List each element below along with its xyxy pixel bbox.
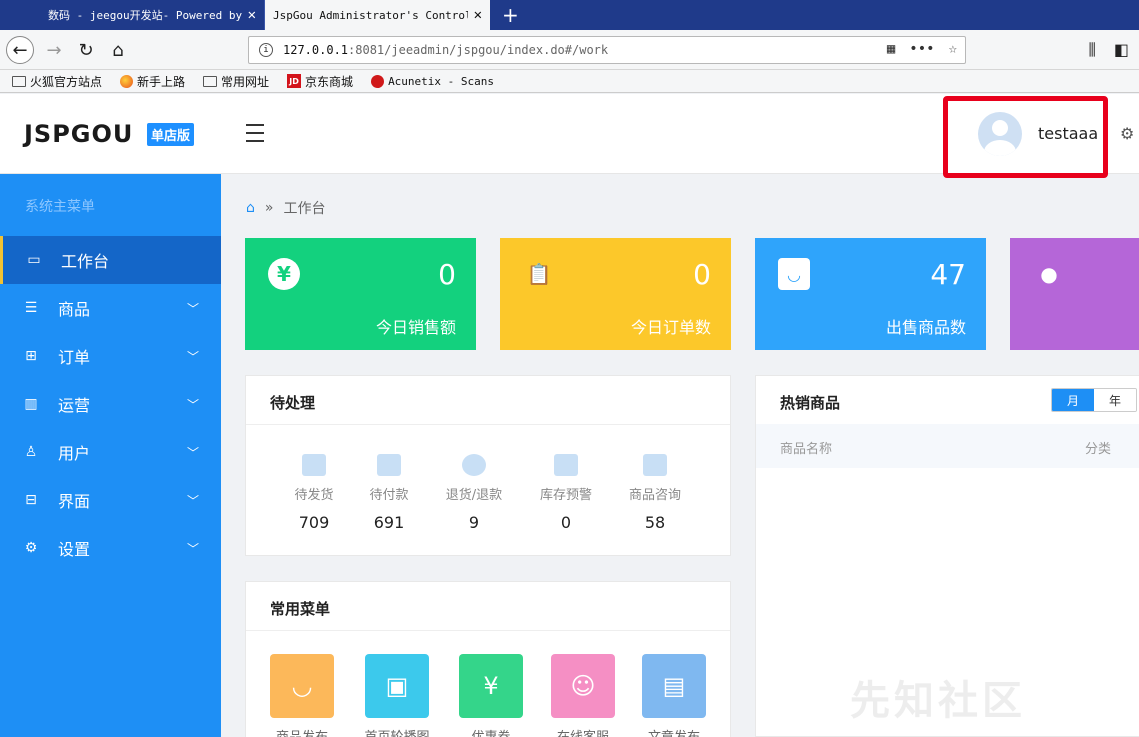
chevron-down-icon: ﹀: [186, 445, 199, 460]
menu-tile-publish[interactable]: ◡ 商品发布: [262, 654, 342, 737]
stat-card-orders[interactable]: 📋 0 今日订单数: [500, 238, 731, 350]
ticket-icon: ¥: [459, 654, 523, 718]
reload-icon[interactable]: ↻: [72, 36, 100, 64]
bookmarks-bar: 火狐官方站点 新手上路 常用网址 JD 京东商城 Acunetix - Scans: [0, 70, 1139, 93]
browser-tab-jeegou[interactable]: 数码 - jeegou开发站- Powered by ✕: [40, 0, 265, 30]
sidebar-item-orders[interactable]: ⊞ 订单 ﹀: [0, 332, 221, 380]
sidebar-item-operations[interactable]: ▥ 运营 ﹀: [0, 380, 221, 428]
warning-icon: [554, 454, 578, 476]
pending-item-pay[interactable]: 待付款 691: [349, 454, 429, 532]
breadcrumb: ⌂ » 工作台: [246, 198, 325, 218]
library-icon[interactable]: ⫼: [1089, 40, 1096, 60]
sidebar-item-workbench[interactable]: ▭ 工作台: [0, 236, 221, 284]
chat-icon: [643, 454, 667, 476]
chevron-down-icon: ﹀: [186, 301, 199, 316]
stat-card-products[interactable]: ◡ 47 出售商品数: [755, 238, 986, 350]
toggle-year[interactable]: 年: [1094, 389, 1136, 411]
sidebar-item-users[interactable]: ♙ 用户 ﹀: [0, 428, 221, 476]
chevron-down-icon: ﹀: [186, 493, 199, 508]
stat-card-sales[interactable]: ¥ 0 今日销售额: [245, 238, 476, 350]
pending-item-ship[interactable]: 待发货 709: [274, 454, 354, 532]
breadcrumb-separator: »: [264, 200, 274, 216]
common-menu-card: 常用菜单 ◡ 商品发布 ▣ 首页轮播图 ¥ 优惠券 ☺ 在线客服 ▤ 文章发布: [245, 581, 731, 737]
acunetix-icon: [371, 74, 385, 88]
more-icon[interactable]: •••: [909, 41, 934, 57]
chevron-down-icon: ﹀: [186, 397, 199, 412]
star-icon[interactable]: ☆: [949, 41, 957, 57]
bookmark-item[interactable]: 新手上路: [120, 73, 185, 90]
menu-tile-coupon[interactable]: ¥ 优惠券: [451, 654, 531, 737]
bookmark-item[interactable]: Acunetix - Scans: [371, 74, 494, 88]
bookmark-item[interactable]: JD 京东商城: [287, 73, 353, 90]
username[interactable]: testaaa: [1038, 124, 1098, 143]
browser-tab-admin[interactable]: JspGou Administrator's Control ✕: [265, 0, 490, 30]
pending-item-stock[interactable]: 库存预警 0: [526, 454, 606, 532]
back-arrow-icon[interactable]: ←: [6, 36, 34, 64]
document-icon: ▤: [642, 654, 706, 718]
table-header: 商品名称 分类: [756, 424, 1139, 468]
truck-icon: [302, 454, 326, 476]
folder-icon: [12, 75, 26, 87]
pending-item-consult[interactable]: 商品咨询 58: [615, 454, 695, 532]
qr-code-icon[interactable]: ▦: [887, 41, 895, 57]
jd-icon: JD: [287, 74, 302, 88]
stat-card-users[interactable]: ●: [1010, 238, 1139, 350]
shopping-bag-icon: ◡: [270, 654, 334, 718]
url-bar[interactable]: i 127.0.0.1:8081/jeeadmin/jspgou/index.d…: [248, 36, 966, 64]
sidebar: 系统主菜单 ▭ 工作台 ☰ 商品 ﹀ ⊞ 订单 ﹀ ▥ 运营 ﹀ ♙ 用户 ﹀ …: [0, 174, 221, 737]
home-icon[interactable]: ⌂: [104, 36, 132, 64]
menu-toggle-icon[interactable]: [246, 124, 264, 148]
headset-icon: ☺: [551, 654, 615, 718]
user-icon: ●: [1040, 262, 1058, 286]
sidebar-item-products[interactable]: ☰ 商品 ﹀: [0, 284, 221, 332]
user-settings-icon[interactable]: ⚙: [1120, 124, 1134, 143]
period-toggle: 月 年: [1051, 388, 1137, 412]
wallet-icon: [377, 454, 401, 476]
shopping-bag-icon: ◡: [778, 258, 810, 290]
watermark: 先知社区: [850, 678, 1026, 724]
browser-tab-bar: 数码 - jeegou开发站- Powered by ✕ JspGou Admi…: [0, 0, 1139, 30]
new-tab-button[interactable]: +: [502, 0, 519, 30]
yuan-icon: ¥: [268, 258, 300, 290]
image-icon: ▣: [365, 654, 429, 718]
monitor-icon: ▭: [27, 252, 41, 268]
avatar[interactable]: [978, 112, 1022, 156]
menu-tile-carousel[interactable]: ▣ 首页轮播图: [357, 654, 437, 737]
sidebar-item-interface[interactable]: ⊟ 界面 ﹀: [0, 476, 221, 524]
pending-item-refund[interactable]: 退货/退款 9: [434, 454, 514, 532]
edition-badge: 单店版: [147, 123, 195, 146]
logo: JSPGOU: [24, 120, 134, 148]
close-tab-icon[interactable]: ✕: [248, 7, 256, 23]
sidebar-item-settings[interactable]: ⚙ 设置 ﹀: [0, 524, 221, 572]
menu-tile-article[interactable]: ▤ 文章发布: [634, 654, 714, 737]
grid-icon: ⊞: [25, 348, 37, 364]
browser-nav-bar: ← → ↻ ⌂ i 127.0.0.1:8081/jeeadmin/jspgou…: [0, 30, 1139, 70]
app-header: JSPGOU 单店版: [0, 94, 1139, 178]
gear-icon: ⚙: [24, 540, 38, 556]
toggle-month[interactable]: 月: [1052, 389, 1094, 411]
info-icon[interactable]: i: [259, 43, 273, 57]
user-icon: ♙: [24, 444, 38, 460]
menu-tile-support[interactable]: ☺ 在线客服: [543, 654, 623, 737]
sidebar-title: 系统主菜单: [25, 199, 95, 215]
layout-icon: ⊟: [25, 492, 37, 508]
pending-card: 待处理 待发货 709 待付款 691 退货/退款 9 库存预警 0 商品咨询 …: [245, 375, 731, 556]
firefox-icon: [120, 74, 134, 88]
folder-icon: [203, 75, 218, 87]
chevron-down-icon: ﹀: [186, 349, 199, 364]
bookmark-item[interactable]: 火狐官方站点: [12, 73, 102, 90]
breadcrumb-current: 工作台: [283, 201, 326, 217]
forward-arrow-icon[interactable]: →: [40, 36, 68, 64]
refund-icon: [462, 454, 486, 476]
bookmark-item[interactable]: 常用网址: [203, 73, 269, 90]
sidebar-icon[interactable]: ◧: [1114, 40, 1129, 60]
chevron-down-icon: ﹀: [186, 541, 199, 556]
clipboard-icon: 📋: [526, 262, 552, 286]
close-tab-icon[interactable]: ✕: [474, 7, 482, 23]
bar-chart-icon: ▥: [24, 396, 38, 412]
home-icon[interactable]: ⌂: [246, 200, 255, 216]
list-icon: ☰: [24, 300, 38, 316]
